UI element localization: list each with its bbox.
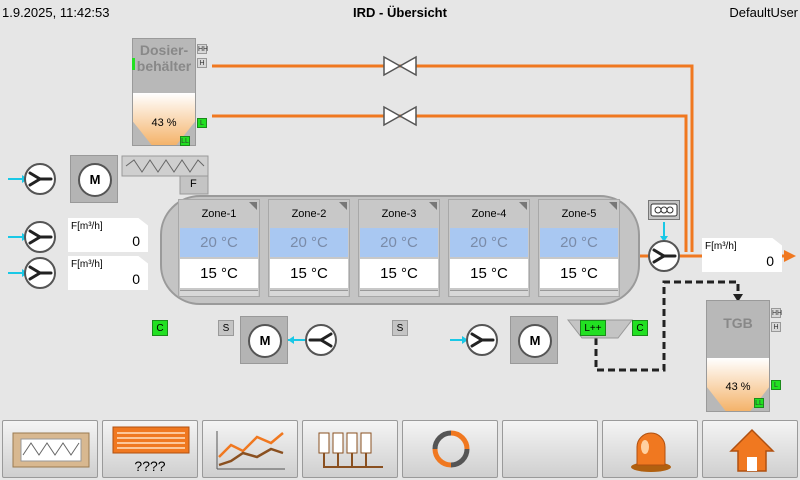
feeder-label: F (190, 178, 197, 190)
nav-recipe-label: ???? (134, 458, 166, 474)
pump-icon[interactable] (24, 221, 56, 253)
zone-setpoint[interactable]: 20 °C (180, 228, 258, 257)
motor-icon: M (248, 324, 282, 358)
dosing-tank-title-2: behälter (136, 58, 192, 74)
drive-motor-1[interactable]: M (240, 316, 288, 364)
zone-actual: 15 °C (180, 259, 258, 288)
trend-chart-icon (216, 431, 285, 470)
zone-name: Zone-2 (291, 208, 327, 220)
zone-bar (540, 290, 618, 296)
zone-name: Zone-4 (471, 208, 507, 220)
zone-actual: 15 °C (450, 259, 528, 288)
zone-actual: 15 °C (270, 259, 348, 288)
dosing-level-l: L (197, 118, 207, 128)
zone-actual: 15 °C (540, 259, 618, 288)
tgb-level-hh: HH (771, 308, 783, 318)
dosing-level-h: H (197, 58, 207, 68)
zone-actual: 15 °C (360, 259, 438, 288)
heater-unit-icon[interactable] (648, 200, 680, 220)
home-icon (729, 428, 775, 472)
dosing-tank-percent: 43 % (151, 117, 177, 129)
flow-display-3: F[m³/h] 0 (702, 238, 782, 272)
nav-trend-button[interactable] (202, 420, 298, 478)
nav-empty-button[interactable] (502, 420, 598, 478)
dosing-level-ll: LL (180, 136, 190, 146)
process-icon (12, 432, 90, 468)
flow-label: F[m³/h] (71, 221, 103, 232)
pump-icon[interactable] (648, 240, 680, 272)
flow-display-2: F[m³/h] 0 (68, 256, 148, 290)
zone-name: Zone-1 (201, 208, 237, 220)
nav-dosing-button[interactable] (302, 420, 398, 478)
motor-icon: M (78, 163, 112, 197)
nav-process-button[interactable] (2, 420, 98, 478)
drive-motor-2[interactable]: M (510, 316, 558, 364)
tgb-level-ll: LL (754, 398, 764, 408)
pump-icon[interactable] (305, 324, 337, 356)
zone-bar (180, 290, 258, 296)
zone-4[interactable]: Zone-4 20 °C 15 °C (448, 199, 530, 297)
motor-icon: M (518, 324, 552, 358)
dosing-side-marker (132, 58, 135, 70)
zone-setpoint[interactable]: 20 °C (270, 228, 348, 257)
tgb-tank[interactable]: TGB 43 % (706, 300, 770, 412)
feeder-motor[interactable]: M (70, 155, 118, 203)
dosing-tank-title-1: Dosier- (139, 42, 189, 58)
pump-icon[interactable] (466, 324, 498, 356)
status-c-left: C (152, 320, 168, 336)
dosing-tank[interactable]: Dosier- behälter 43 % (132, 38, 196, 146)
alarm-beacon-icon (631, 432, 671, 472)
flow-label: F[m³/h] (705, 241, 737, 252)
nav-recipe-button[interactable]: ???? (102, 420, 198, 478)
dosing-level-hh: HH (197, 44, 209, 54)
zone-setpoint[interactable]: 20 °C (540, 228, 618, 257)
zone-setpoint[interactable]: 20 °C (360, 228, 438, 257)
tgb-tank-title: TGB (723, 315, 753, 331)
flow-value: 0 (132, 233, 140, 249)
zone-5[interactable]: Zone-5 20 °C 15 °C (538, 199, 620, 297)
flow-value: 0 (766, 253, 774, 269)
tgb-level-h: H (771, 322, 781, 332)
zone-setpoint[interactable]: 20 °C (450, 228, 528, 257)
flow-label: F[m³/h] (71, 259, 103, 270)
status-c-right: C (632, 320, 648, 336)
zone-3[interactable]: Zone-3 20 °C 15 °C (358, 199, 440, 297)
zone-1[interactable]: Zone-1 20 °C 15 °C (178, 199, 260, 297)
zone-bar (270, 290, 348, 296)
nav-home-button[interactable] (702, 420, 798, 478)
status-s-mid: S (392, 320, 408, 336)
refresh-cycle-icon (432, 430, 470, 468)
zone-bar (450, 290, 528, 296)
recipe-list-icon (112, 426, 190, 454)
tgb-tank-percent: 43 % (725, 381, 751, 393)
zone-name: Zone-5 (561, 208, 597, 220)
pump-icon[interactable] (24, 257, 56, 289)
nav-alarm-button[interactable] (602, 420, 698, 478)
zone-name: Zone-3 (381, 208, 417, 220)
zone-bar (360, 290, 438, 296)
zone-2[interactable]: Zone-2 20 °C 15 °C (268, 199, 350, 297)
tgb-level-l: L (771, 380, 781, 390)
status-l-plus: L++ (580, 320, 606, 336)
status-s-left: S (218, 320, 234, 336)
flow-display-1: F[m³/h] 0 (68, 218, 148, 252)
flow-value: 0 (132, 271, 140, 287)
silos-icon (318, 432, 383, 468)
nav-cycle-button[interactable] (402, 420, 498, 478)
pump-icon[interactable] (24, 163, 56, 195)
